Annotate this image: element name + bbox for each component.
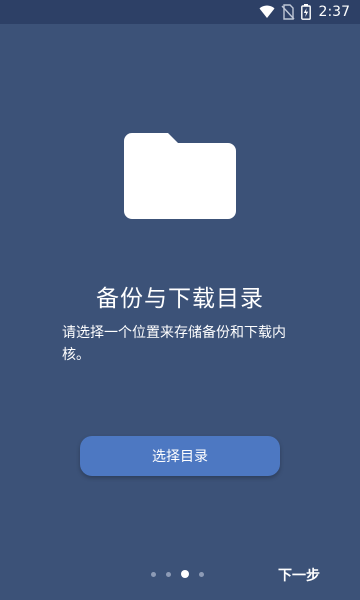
wifi-icon xyxy=(259,5,275,19)
next-button[interactable]: 下一步 xyxy=(278,565,320,585)
onboarding-screen: 2:37 备份与下载目录 请选择一个位置来存储备份和下载内核。 选择目录 下一步 xyxy=(0,0,360,600)
page-dot-1 xyxy=(151,571,156,577)
status-bar: 2:37 xyxy=(0,0,360,24)
page-indicator xyxy=(151,570,204,578)
page-dot-4 xyxy=(199,571,204,577)
status-icons: 2:37 xyxy=(259,3,350,21)
page-description: 请选择一个位置来存储备份和下载内核。 xyxy=(62,325,286,363)
page-title: 备份与下载目录 xyxy=(96,286,264,312)
page-dot-2 xyxy=(166,571,171,577)
folder-icon xyxy=(124,133,236,219)
status-time: 2:37 xyxy=(318,4,350,20)
battery-charging-icon xyxy=(300,4,311,20)
select-directory-button[interactable]: 选择目录 xyxy=(80,436,280,476)
page-dot-3-active xyxy=(181,570,189,578)
no-sim-icon xyxy=(281,4,295,20)
